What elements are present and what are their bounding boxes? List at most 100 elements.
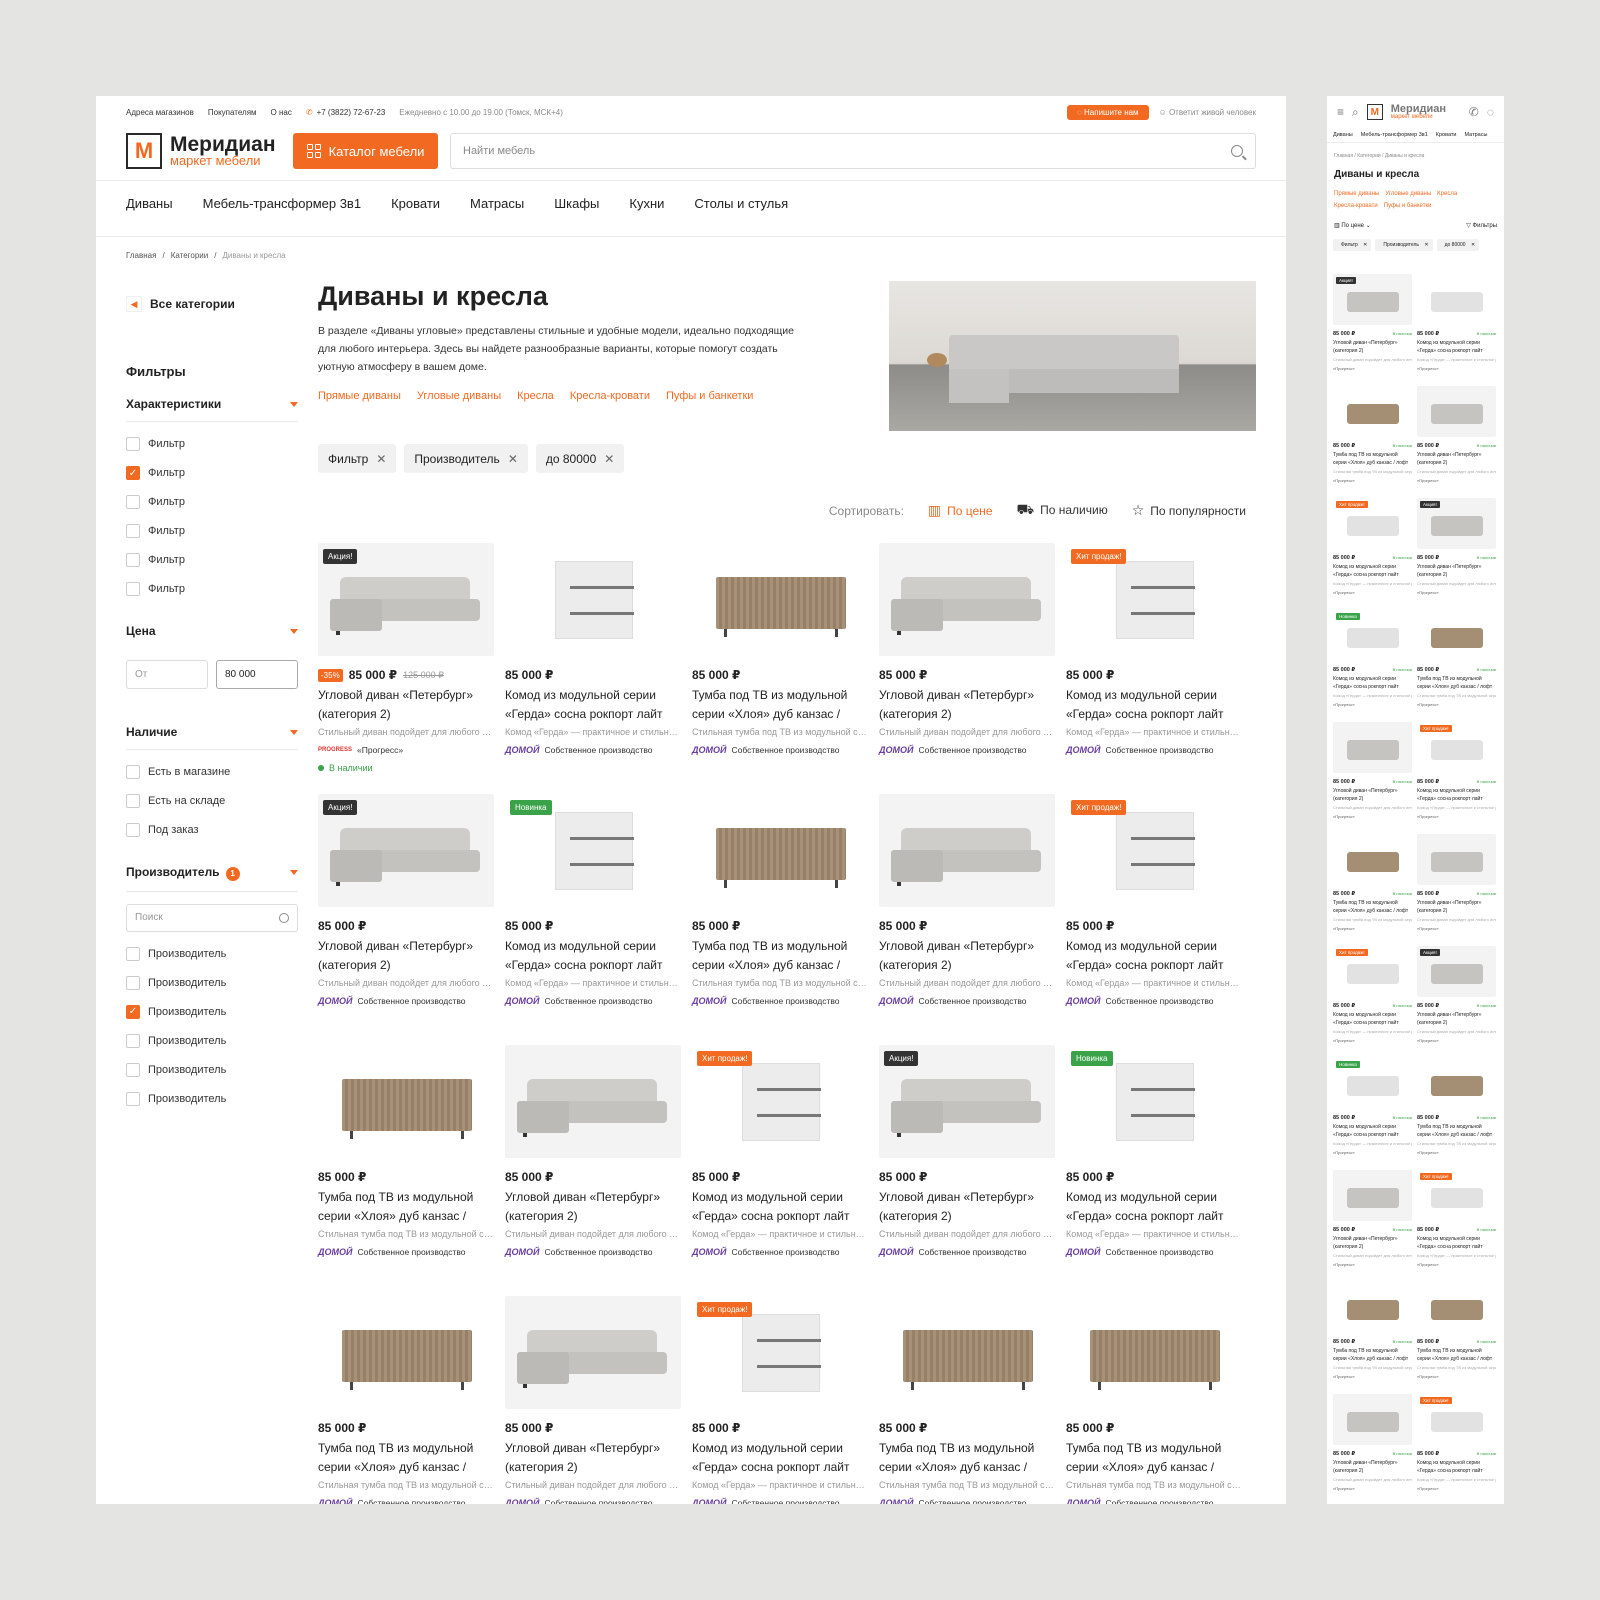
- checkbox-row[interactable]: Под заказ: [126, 823, 298, 837]
- search-icon[interactable]: ⌕: [1352, 105, 1359, 120]
- product-card[interactable]: 85 000 ₽ Тумба под ТВ из модульной серии …: [318, 1296, 494, 1504]
- checkbox-row[interactable]: Производитель: [126, 975, 298, 990]
- checkbox[interactable]: [126, 524, 140, 538]
- subcategory-straight-sofas[interactable]: Прямые диваны: [318, 390, 401, 402]
- product-image[interactable]: [1417, 274, 1496, 325]
- product-card[interactable]: Новинка 85 000 ₽ Комод из модульной серии …: [1066, 1045, 1242, 1257]
- nav-item-beds[interactable]: Кровати: [1436, 132, 1457, 138]
- product-image[interactable]: [318, 1296, 494, 1409]
- phone-number[interactable]: +7 (3822) 72-67-23: [317, 108, 386, 117]
- product-card[interactable]: 85 000 ₽ Угловой диван «Петербург» (катег…: [505, 1296, 681, 1504]
- product-name[interactable]: Комод из модульной серии «Герда» сосна р…: [692, 1188, 868, 1226]
- checkbox-row[interactable]: Фильтр: [126, 553, 298, 567]
- checkbox[interactable]: [126, 794, 140, 808]
- product-name[interactable]: Комод из модульной серии «Герда» сосна р…: [1417, 339, 1496, 355]
- subcategory-armchairs[interactable]: Кресла: [517, 390, 554, 402]
- product-image[interactable]: Хит продаж!: [1417, 1170, 1496, 1221]
- product-card[interactable]: Хит продаж! 85 000 ₽ В наличии Комод из мод…: [1417, 722, 1496, 819]
- subcategory-armchair-beds[interactable]: Кресла-кровати: [570, 390, 650, 402]
- chat-icon[interactable]: ◌: [1487, 105, 1494, 119]
- filter-chip[interactable]: Производитель ✕: [404, 444, 528, 473]
- product-image[interactable]: Хит продаж!: [1417, 1394, 1496, 1445]
- checkbox-row[interactable]: Фильтр: [126, 437, 298, 451]
- product-card[interactable]: Новинка 85 000 ₽ Комод из модульной серии …: [505, 794, 681, 1006]
- product-image[interactable]: [505, 1045, 681, 1158]
- product-name[interactable]: Комод из модульной серии «Герда» сосна р…: [692, 1439, 868, 1477]
- product-card[interactable]: Акция! 85 000 ₽ Угловой диван «Петербург» …: [318, 794, 494, 1006]
- subcategory-link[interactable]: Угловые диваны: [1385, 191, 1431, 197]
- checkbox-row[interactable]: Есть в магазине: [126, 765, 298, 779]
- product-image[interactable]: [1066, 1296, 1242, 1409]
- filter-chip[interactable]: Фильтр ✕: [318, 444, 397, 473]
- breadcrumb-categories[interactable]: Категории: [171, 251, 209, 260]
- write-us-button[interactable]: ◌ Напишите нам: [1067, 104, 1149, 120]
- product-card[interactable]: Акция! 85 000 ₽ В наличии Угловой диван «Пе…: [1333, 274, 1412, 371]
- product-card[interactable]: Хит продаж! 85 000 ₽ В наличии Комод из мод…: [1417, 1394, 1496, 1491]
- price-from-input[interactable]: От: [126, 660, 208, 689]
- product-name[interactable]: Тумба под ТВ из модульной серии «Хлоя» д…: [1417, 1123, 1496, 1139]
- nav-item-beds[interactable]: Кровати: [391, 196, 440, 211]
- product-name[interactable]: Комод из модульной серии «Герда» сосна р…: [1333, 1011, 1412, 1027]
- product-name[interactable]: Комод из модульной серии «Герда» сосна р…: [1417, 1235, 1496, 1251]
- product-name[interactable]: Угловой диван «Петербург» (категория 2): [318, 686, 494, 724]
- checkbox-row[interactable]: Есть на складе: [126, 794, 298, 808]
- product-name[interactable]: Тумба под ТВ из модульной серии «Хлоя» д…: [692, 686, 868, 724]
- product-image[interactable]: [879, 794, 1055, 907]
- sort-by-popularity[interactable]: ☆ По популярности: [1132, 502, 1246, 519]
- product-name[interactable]: Тумба под ТВ из модульной серии «Хлоя» д…: [692, 937, 868, 975]
- product-card[interactable]: 85 000 ₽ В наличии Тумба под ТВ из модульн…: [1333, 834, 1412, 931]
- product-card[interactable]: Акция! 85 000 ₽ Угловой диван «Петербург» …: [879, 1045, 1055, 1257]
- nav-item-mattresses[interactable]: Матрасы: [1464, 132, 1487, 138]
- product-image[interactable]: Новинка: [505, 794, 681, 907]
- subcategory-corner-sofas[interactable]: Угловые диваны: [417, 390, 501, 402]
- product-card[interactable]: Хит продаж! 85 000 ₽ Комод из модульной се…: [692, 1045, 868, 1257]
- product-image[interactable]: [879, 1296, 1055, 1409]
- product-card[interactable]: 85 000 ₽ Тумба под ТВ из модульной серии …: [318, 1045, 494, 1257]
- product-name[interactable]: Комод из модульной серии «Герда» сосна р…: [505, 937, 681, 975]
- product-name[interactable]: Угловой диван «Петербург» (категория 2): [505, 1439, 681, 1477]
- product-card[interactable]: 85 000 ₽ Угловой диван «Петербург» (катег…: [879, 543, 1055, 755]
- checkbox-row[interactable]: ✓ Производитель: [126, 1004, 298, 1019]
- checkbox[interactable]: ✓: [126, 466, 140, 480]
- breadcrumb-categories[interactable]: Категории: [1357, 153, 1380, 159]
- product-card[interactable]: 85 000 ₽ В наличии Тумба под ТВ из модульн…: [1417, 1058, 1496, 1155]
- characteristics-header[interactable]: Характеристики: [126, 397, 298, 422]
- subcategory-link[interactable]: Прямые диваны: [1334, 191, 1379, 197]
- nav-item-transformer[interactable]: Мебель-трансформер 3в1: [203, 196, 361, 211]
- price-header[interactable]: Цена: [126, 624, 298, 638]
- product-name[interactable]: Тумба под ТВ из модульной серии «Хлоя» д…: [318, 1188, 494, 1226]
- product-card[interactable]: 85 000 ₽ Угловой диван «Петербург» (катег…: [505, 1045, 681, 1257]
- manufacturer-header[interactable]: Производитель 1: [126, 865, 298, 892]
- product-image[interactable]: Акция!: [318, 543, 494, 656]
- product-name[interactable]: Угловой диван «Петербург» (категория 2): [505, 1188, 681, 1226]
- product-card[interactable]: 85 000 ₽ В наличии Тумба под ТВ из модульн…: [1333, 386, 1412, 483]
- filter-chip[interactable]: Производитель ✕: [1375, 239, 1433, 251]
- product-card[interactable]: 85 000 ₽ В наличии Угловой диван «Петербур…: [1333, 722, 1412, 819]
- product-name[interactable]: Комод из модульной серии «Герда» сосна р…: [505, 686, 681, 724]
- product-card[interactable]: Акция! -35% 85 000 ₽ 125 000 ₽ Угловой диван…: [318, 543, 494, 773]
- product-card[interactable]: 85 000 ₽ В наличии Угловой диван «Петербур…: [1417, 834, 1496, 931]
- product-name[interactable]: Угловой диван «Петербург» (категория 2): [1417, 899, 1496, 915]
- product-image[interactable]: [318, 1045, 494, 1158]
- price-to-input[interactable]: 80 000: [216, 660, 298, 689]
- product-name[interactable]: Угловой диван «Петербург» (категория 2): [1333, 787, 1412, 803]
- product-card[interactable]: 85 000 ₽ В наличии Угловой диван «Петербур…: [1333, 1170, 1412, 1267]
- product-image[interactable]: Акция!: [879, 1045, 1055, 1158]
- product-card[interactable]: 85 000 ₽ В наличии Комод из модульной сери…: [1417, 274, 1496, 371]
- product-image[interactable]: Хит продаж!: [1333, 946, 1412, 997]
- customers-link[interactable]: Покупателям: [208, 108, 257, 117]
- product-image[interactable]: Акция!: [1417, 946, 1496, 997]
- product-image[interactable]: Хит продаж!: [1333, 498, 1412, 549]
- product-name[interactable]: Комод из модульной серии «Герда» сосна р…: [1333, 1123, 1412, 1139]
- product-card[interactable]: Хит продаж! 85 000 ₽ Комод из модульной се…: [1066, 543, 1242, 755]
- product-name[interactable]: Тумба под ТВ из модульной серии «Хлоя» д…: [318, 1439, 494, 1477]
- checkbox-row[interactable]: Производитель: [126, 1033, 298, 1048]
- phone-icon[interactable]: ✆: [1469, 105, 1479, 119]
- checkbox[interactable]: [126, 823, 140, 837]
- product-name[interactable]: Угловой диван «Петербург» (категория 2): [1417, 451, 1496, 467]
- product-name[interactable]: Комод из модульной серии «Герда» сосна р…: [1417, 787, 1496, 803]
- sort-by-price[interactable]: ▥ По цене ⌄: [1334, 222, 1371, 229]
- product-card[interactable]: 85 000 ₽ Тумба под ТВ из модульной серии …: [1066, 1296, 1242, 1504]
- product-image[interactable]: Хит продаж!: [1417, 722, 1496, 773]
- product-name[interactable]: Угловой диван «Петербург» (категория 2): [879, 937, 1055, 975]
